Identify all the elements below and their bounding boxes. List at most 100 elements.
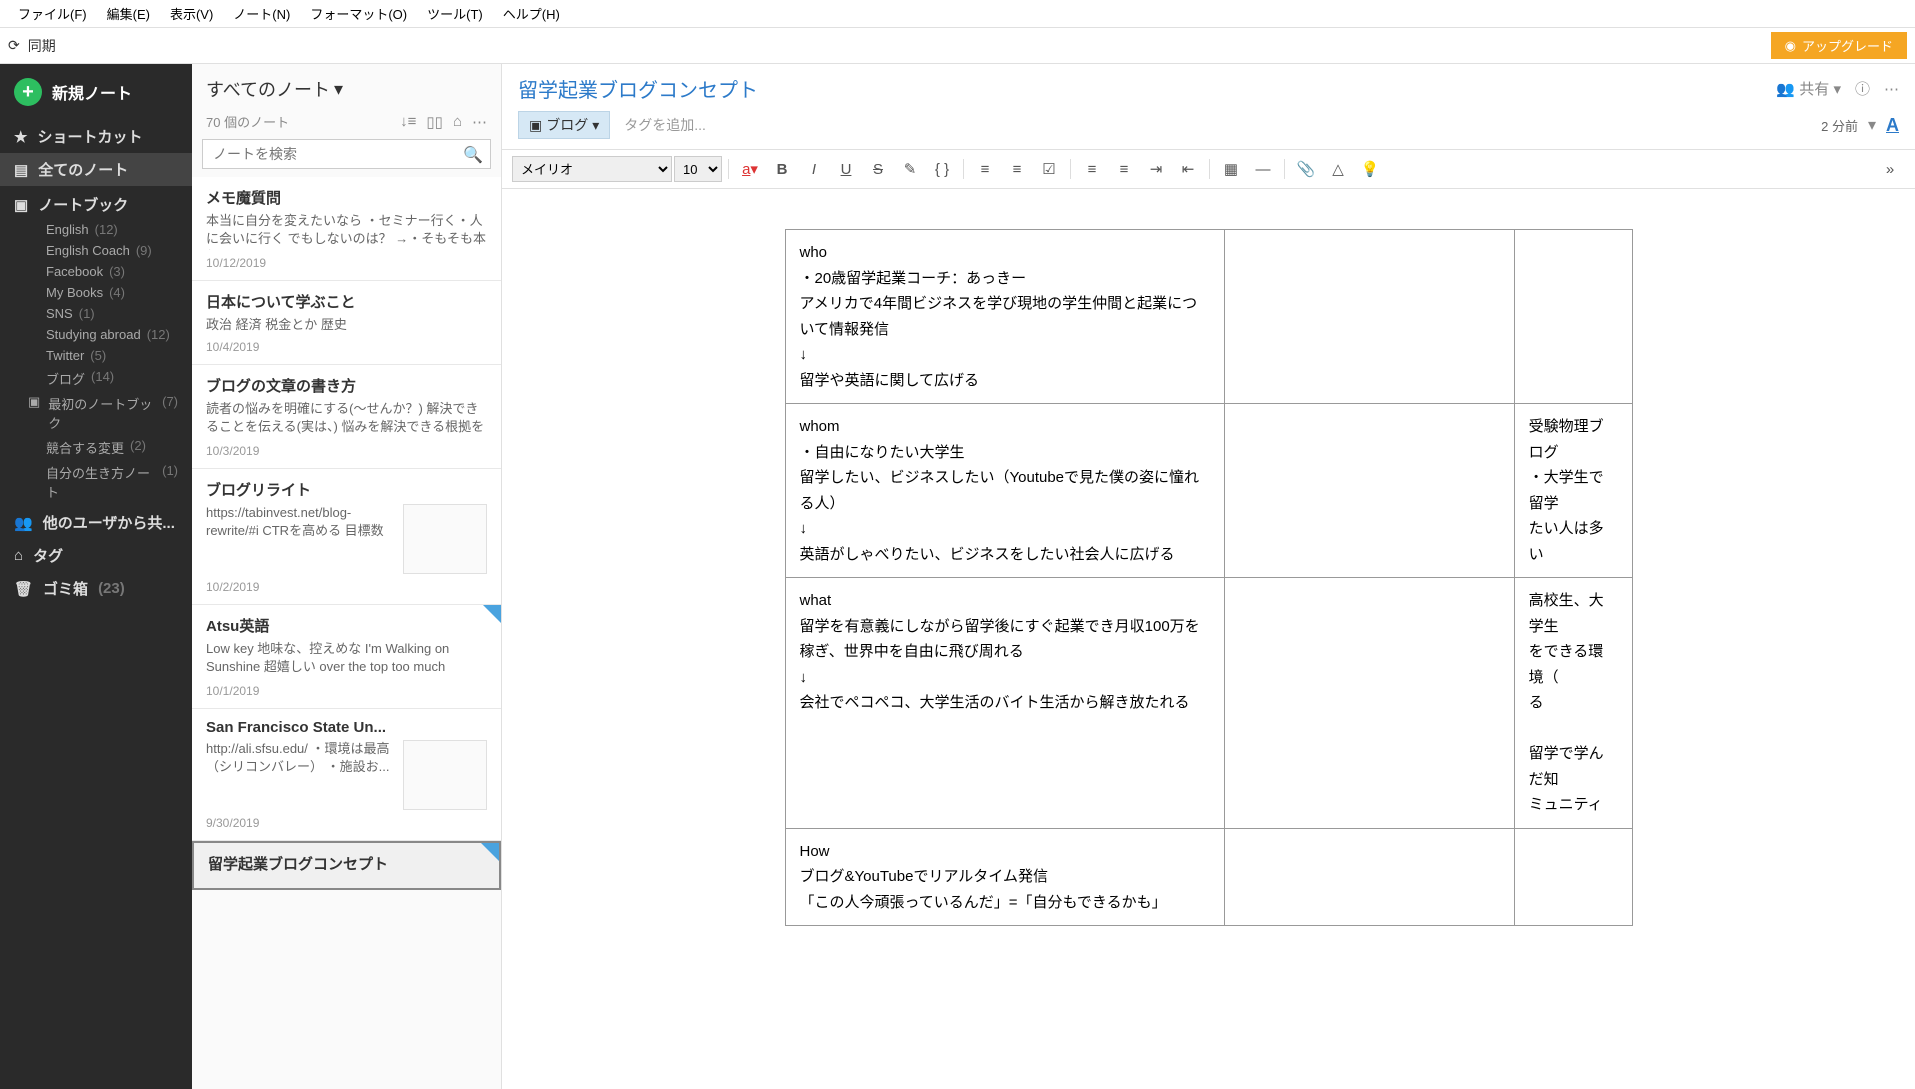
checkbox-button[interactable]: ☑ (1034, 156, 1064, 182)
sync-icon: ⟳ (8, 37, 20, 54)
table-cell[interactable] (1224, 828, 1514, 926)
sidebar-notebook-item[interactable]: English(12) (0, 219, 192, 240)
note-list-item[interactable]: Atsu英語Low key 地味な、控えめな I'm Walking on Su… (192, 605, 501, 709)
sidebar-shortcut[interactable]: ★ ショートカット (0, 120, 192, 153)
strike-button[interactable]: S (863, 156, 893, 182)
add-tag[interactable]: タグを追加... (624, 115, 706, 135)
search-icon[interactable]: 🔍 (463, 145, 483, 165)
chevron-down-icon[interactable]: ▾ (1868, 115, 1876, 135)
sort-icon[interactable]: ↓≡ (400, 113, 416, 131)
note-list-panel: すべてのノート ▾ 70 個のノート ↓≡ ▯▯ ⌂ ⋯ 🔍 メモ魔質問本当に自… (192, 64, 502, 1089)
number-list-button[interactable]: ≡ (1002, 156, 1032, 182)
menu-view[interactable]: 表示(V) (160, 0, 223, 27)
code-button[interactable]: { } (927, 156, 957, 182)
notes-icon: ▤ (14, 161, 28, 179)
sidebar-notebook-item[interactable]: ブログ(14) (0, 366, 192, 391)
sidebar-tags[interactable]: ⌂ タグ (0, 537, 192, 570)
info-icon[interactable]: ⓘ (1855, 78, 1870, 99)
note-list-item[interactable]: 留学起業ブログコンセプト (192, 841, 501, 890)
sidebar-notebook-item[interactable]: Studying abroad(12) (0, 324, 192, 345)
font-select[interactable]: メイリオ (512, 156, 672, 182)
new-note-button[interactable]: + 新規ノート (0, 64, 192, 120)
time-ago: 2 分前 (1821, 116, 1858, 135)
size-select[interactable]: 10 (674, 156, 722, 182)
bullet-list-button[interactable]: ≡ (970, 156, 1000, 182)
table-cell[interactable] (1514, 230, 1632, 404)
new-note-label: 新規ノート (52, 80, 132, 104)
more-icon[interactable]: ⋯ (1884, 80, 1899, 98)
attach-button[interactable]: 📎 (1291, 156, 1321, 182)
note-thumbnail (403, 504, 487, 574)
table-cell[interactable]: what 留学を有意義にしながら留学後にすぐ起業でき月収100万を稼ぎ、世界中を… (785, 578, 1224, 829)
table-cell[interactable]: whom ・自由になりたい大学生 留学したい、ビジネスしたい（Youtubeで見… (785, 404, 1224, 578)
outdent-button[interactable]: ⇤ (1173, 156, 1203, 182)
table-cell[interactable]: who ・20歳留学起業コーチ：あっきー アメリカで4年間ビジネスを学び現地の学… (785, 230, 1224, 404)
highlight-button[interactable]: ✎ (895, 156, 925, 182)
sidebar-notebook-item[interactable]: My Books(4) (0, 282, 192, 303)
share-button[interactable]: 👥 共有 ▾ (1776, 78, 1841, 99)
underline-button[interactable]: U (831, 156, 861, 182)
sidebar-trash[interactable]: 🗑 ゴミ箱 (23) (0, 570, 192, 603)
editor-panel: 留学起業ブログコンセプト 👥 共有 ▾ ⓘ ⋯ ▣ ブログ ▾ タグを追加...… (502, 64, 1915, 1089)
annotate-button[interactable]: △ (1323, 156, 1353, 182)
italic-button[interactable]: I (799, 156, 829, 182)
sidebar-notebook-item[interactable]: Facebook(3) (0, 261, 192, 282)
more-icon[interactable]: ⋯ (472, 113, 487, 131)
note-count: 70 個のノート (206, 112, 289, 131)
menu-note[interactable]: ノート(N) (223, 0, 300, 27)
note-list-item[interactable]: San Francisco State Un...http://ali.sfsu… (192, 709, 501, 841)
sidebar-notebook-item[interactable]: SNS(1) (0, 303, 192, 324)
bold-button[interactable]: B (767, 156, 797, 182)
sidebar-shared[interactable]: 👥 他のユーザから共... (0, 504, 192, 537)
menu-tool[interactable]: ツール(T) (417, 0, 493, 27)
format-toolbar: メイリオ 10 a ▾ B I U S ✎ { } ≡ ≡ ☑ ≡ ≡ ⇥ ⇤ … (502, 150, 1915, 189)
font-color-large-icon[interactable]: A (1886, 115, 1899, 136)
chevron-down-icon: ▾ (334, 79, 343, 100)
hint-button[interactable]: 💡 (1355, 156, 1385, 182)
notebook-chip[interactable]: ▣ ブログ ▾ (518, 111, 610, 139)
sidebar-notebook-item[interactable]: 自分の生き方ノート(1) (0, 460, 192, 504)
sidebar-notebook-item[interactable]: English Coach(9) (0, 240, 192, 261)
align-left-button[interactable]: ≡ (1077, 156, 1107, 182)
content-table[interactable]: who ・20歳留学起業コーチ：あっきー アメリカで4年間ビジネスを学び現地の学… (785, 229, 1633, 926)
menu-edit[interactable]: 編集(E) (97, 0, 160, 27)
align-center-button[interactable]: ≡ (1109, 156, 1139, 182)
note-title-field[interactable]: 留学起業ブログコンセプト (518, 74, 758, 103)
sync-button[interactable]: ⟳ 同期 (8, 36, 56, 56)
search-input[interactable] (202, 139, 491, 169)
upgrade-icon: ◉ (1785, 38, 1796, 54)
view-icon[interactable]: ▯▯ (426, 113, 443, 131)
tag-filter-icon[interactable]: ⌂ (453, 113, 462, 131)
notebook-icon: ▣ (14, 196, 28, 214)
upgrade-button[interactable]: ◉ アップグレード (1771, 32, 1907, 59)
table-button[interactable]: ▦ (1216, 156, 1246, 182)
sidebar-notebook-section[interactable]: ▣ ノートブック (0, 186, 192, 219)
trash-icon: 🗑 (14, 580, 33, 598)
note-list-item[interactable]: 日本について学ぶこと政治 経済 税金とか 歴史10/4/2019 (192, 281, 501, 365)
note-list-item[interactable]: ブログリライトhttps://tabinvest.net/blog-rewrit… (192, 469, 501, 605)
indent-button[interactable]: ⇥ (1141, 156, 1171, 182)
note-list-item[interactable]: ブログの文章の書き方読者の悩みを明確にする(〜せんか？) 解決できることを伝える… (192, 365, 501, 469)
sidebar-notebook-item[interactable]: Twitter(5) (0, 345, 192, 366)
star-icon: ★ (14, 128, 27, 146)
menu-file[interactable]: ファイル(F) (8, 0, 97, 27)
notelist-header[interactable]: すべてのノート ▾ (192, 64, 501, 108)
menu-help[interactable]: ヘルプ(H) (493, 0, 570, 27)
note-thumbnail (403, 740, 487, 810)
table-cell[interactable] (1224, 404, 1514, 578)
sidebar-notebook-item[interactable]: ▣最初のノートブック(7) (0, 391, 192, 435)
font-color-button[interactable]: a ▾ (735, 156, 765, 182)
table-cell[interactable]: 高校生、大学生 をできる環境（ る 留学で学んだ知 ミュニティ (1514, 578, 1632, 829)
menu-format[interactable]: フォーマット(O) (300, 0, 417, 27)
sidebar-all-notes[interactable]: ▤ 全てのノート (0, 153, 192, 186)
table-cell[interactable] (1224, 230, 1514, 404)
sidebar-notebook-item[interactable]: 競合する変更(2) (0, 435, 192, 460)
table-cell[interactable] (1224, 578, 1514, 829)
table-cell[interactable]: 受験物理ブログ ・大学生で留学 たい人は多い (1514, 404, 1632, 578)
table-cell[interactable] (1514, 828, 1632, 926)
editor-body[interactable]: who ・20歳留学起業コーチ：あっきー アメリカで4年間ビジネスを学び現地の学… (502, 189, 1915, 1089)
expand-button[interactable]: » (1875, 156, 1905, 182)
hr-button[interactable]: — (1248, 156, 1278, 182)
table-cell[interactable]: How ブログ&YouTubeでリアルタイム発信 「この人今頑張っているんだ」=… (785, 828, 1224, 926)
note-list-item[interactable]: メモ魔質問本当に自分を変えたいなら ・セミナー行く・人に会いに行く でもしないの… (192, 177, 501, 281)
